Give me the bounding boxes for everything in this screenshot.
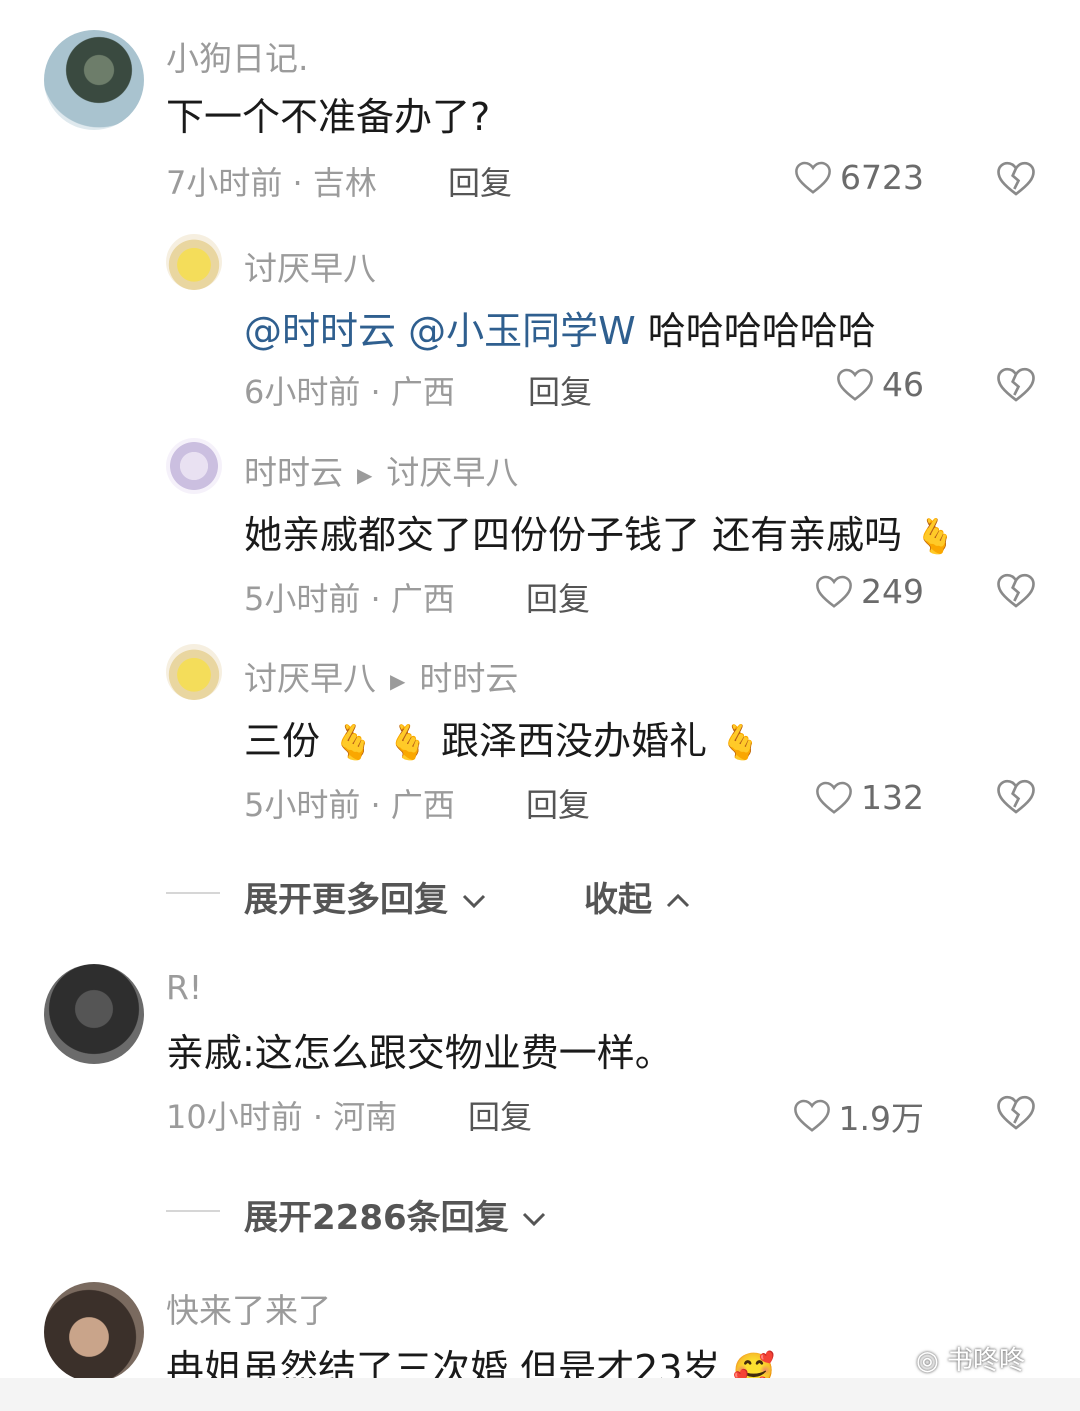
- username[interactable]: R!: [166, 968, 202, 1007]
- username[interactable]: 小狗日记.: [166, 32, 309, 80]
- comment-meta: 7小时前 · 吉林: [166, 164, 377, 202]
- reply-button[interactable]: 回复: [448, 158, 512, 204]
- avatar[interactable]: [166, 644, 222, 700]
- username[interactable]: 时时云: [244, 453, 343, 492]
- mention-link[interactable]: @时时云: [244, 309, 396, 353]
- like-button[interactable]: 46: [836, 365, 924, 404]
- username[interactable]: 讨厌早八: [244, 242, 376, 290]
- comment-text: 她亲戚都交了四份份子钱了 还有亲戚吗 🫰: [244, 504, 957, 559]
- expand-more-replies-button[interactable]: 展开更多回复: [244, 872, 488, 921]
- dislike-icon[interactable]: [996, 366, 1036, 404]
- comment-meta: 5小时前 · 广西: [244, 786, 455, 824]
- finger-heart-emoji: 🫰: [332, 723, 375, 763]
- watermark: ◎ 书咚咚: [916, 1340, 1025, 1377]
- comment-meta: 5小时前 · 广西: [244, 580, 455, 618]
- avatar[interactable]: [44, 964, 144, 1064]
- heart-icon: [816, 781, 852, 814]
- like-button[interactable]: 1.9万: [793, 1092, 924, 1140]
- comment-text: 下一个不准备办了?: [166, 95, 491, 139]
- expand-replies-button[interactable]: 展开2286条回复: [244, 1190, 548, 1239]
- username[interactable]: 快来了来了: [166, 1284, 331, 1332]
- reply-button[interactable]: 回复: [528, 367, 592, 413]
- reply-arrow-icon: ▶: [357, 462, 373, 487]
- comment-meta: 10小时前 · 河南: [166, 1098, 398, 1136]
- heart-icon: [837, 368, 873, 401]
- avatar[interactable]: [44, 1282, 144, 1382]
- heart-icon: [795, 161, 831, 194]
- dislike-icon[interactable]: [996, 572, 1036, 610]
- expand-count-label: 展开2286条回复: [244, 1198, 509, 1238]
- avatar[interactable]: [166, 234, 222, 290]
- dislike-icon[interactable]: [996, 1094, 1036, 1132]
- comment-meta: 6小时前 · 广西: [244, 373, 455, 411]
- collapse-button[interactable]: 收起: [584, 872, 692, 921]
- avatar[interactable]: [44, 30, 144, 130]
- expand-more-label: 展开更多回复: [244, 880, 448, 920]
- finger-heart-emoji: 🫰: [719, 723, 762, 763]
- chevron-down-icon: [523, 1212, 546, 1227]
- like-count: 249: [861, 572, 924, 611]
- bottom-bar: [0, 1378, 1080, 1411]
- reply-target[interactable]: 讨厌早八: [386, 453, 518, 492]
- collapse-label: 收起: [584, 880, 652, 920]
- wechat-icon: ◎: [916, 1346, 939, 1376]
- heart-icon: [793, 1099, 830, 1132]
- chevron-up-icon: [666, 893, 689, 908]
- like-count: 6723: [840, 158, 924, 197]
- avatar[interactable]: [166, 438, 222, 494]
- comment-text: 三份 🫰 🫰 跟泽西没办婚礼 🫰: [244, 710, 761, 765]
- like-button[interactable]: 6723: [794, 158, 924, 197]
- reply-target[interactable]: 时时云: [419, 659, 518, 698]
- like-count: 46: [882, 365, 924, 404]
- comment-body: 她亲戚都交了四份份子钱了 还有亲戚吗: [244, 513, 903, 557]
- mention-link[interactable]: @小玉同学W: [408, 309, 636, 353]
- heart-icon: [816, 575, 852, 608]
- divider: [166, 892, 220, 894]
- reply-button[interactable]: 回复: [468, 1092, 532, 1138]
- finger-heart-emoji: 🫰: [386, 723, 429, 763]
- finger-heart-emoji: 🫰: [914, 517, 957, 557]
- comment-text: @时时云 @小玉同学W 哈哈哈哈哈哈: [244, 300, 876, 355]
- reply-button[interactable]: 回复: [526, 780, 590, 826]
- like-button[interactable]: 249: [815, 572, 924, 611]
- comment-body: 三份: [244, 719, 321, 763]
- like-button[interactable]: 132: [815, 778, 924, 817]
- dislike-icon[interactable]: [996, 778, 1036, 816]
- like-count: 1.9万: [838, 1099, 924, 1138]
- divider: [166, 1210, 220, 1212]
- chevron-down-icon: [462, 894, 485, 909]
- comment-text: 亲戚:这怎么跟交物业费一样。: [166, 1031, 673, 1075]
- like-count: 132: [861, 778, 924, 817]
- reply-header: 时时云 ▶ 讨厌早八: [244, 446, 518, 494]
- comment-body: 跟泽西没办婚礼: [440, 719, 707, 763]
- username[interactable]: 讨厌早八: [244, 659, 376, 698]
- reply-header: 讨厌早八 ▶ 时时云: [244, 652, 518, 700]
- reply-button[interactable]: 回复: [526, 574, 590, 620]
- reply-arrow-icon: ▶: [390, 668, 406, 693]
- watermark-text: 书咚咚: [946, 1346, 1025, 1376]
- comment-body: 哈哈哈哈哈哈: [647, 309, 876, 353]
- dislike-icon[interactable]: [996, 160, 1036, 198]
